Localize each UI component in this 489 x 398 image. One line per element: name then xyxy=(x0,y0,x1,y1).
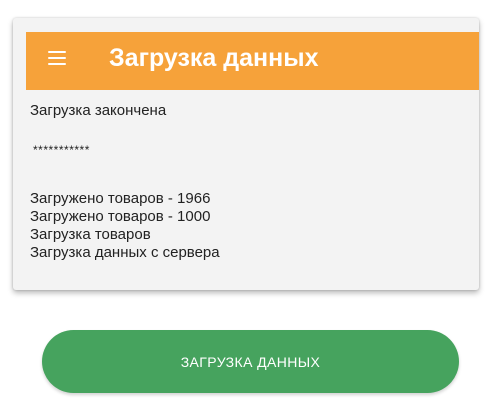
log-lines: Загружено товаров - 1966 Загружено товар… xyxy=(30,190,220,262)
load-data-button[interactable]: ЗАГРУЗКА ДАННЫХ xyxy=(42,330,459,393)
menu-icon-bar xyxy=(48,63,66,65)
app-bar: Загрузка данных xyxy=(26,32,479,90)
log-status-text: Загрузка закончена xyxy=(30,102,167,119)
screen-card: Загрузка данных Загрузка закончена *****… xyxy=(13,18,479,290)
menu-icon-bar xyxy=(48,51,66,53)
log-line: Загрузка товаров xyxy=(30,226,151,243)
menu-icon-bar xyxy=(48,57,66,59)
log-line: Загружено товаров - 1000 xyxy=(30,208,211,225)
app-title: Загрузка данных xyxy=(109,44,319,72)
log-line: Загружено товаров - 1966 xyxy=(30,190,211,207)
hamburger-menu-icon[interactable] xyxy=(48,51,66,65)
log-separator: *********** xyxy=(33,143,90,157)
log-line: Загрузка данных с сервера xyxy=(30,244,220,261)
